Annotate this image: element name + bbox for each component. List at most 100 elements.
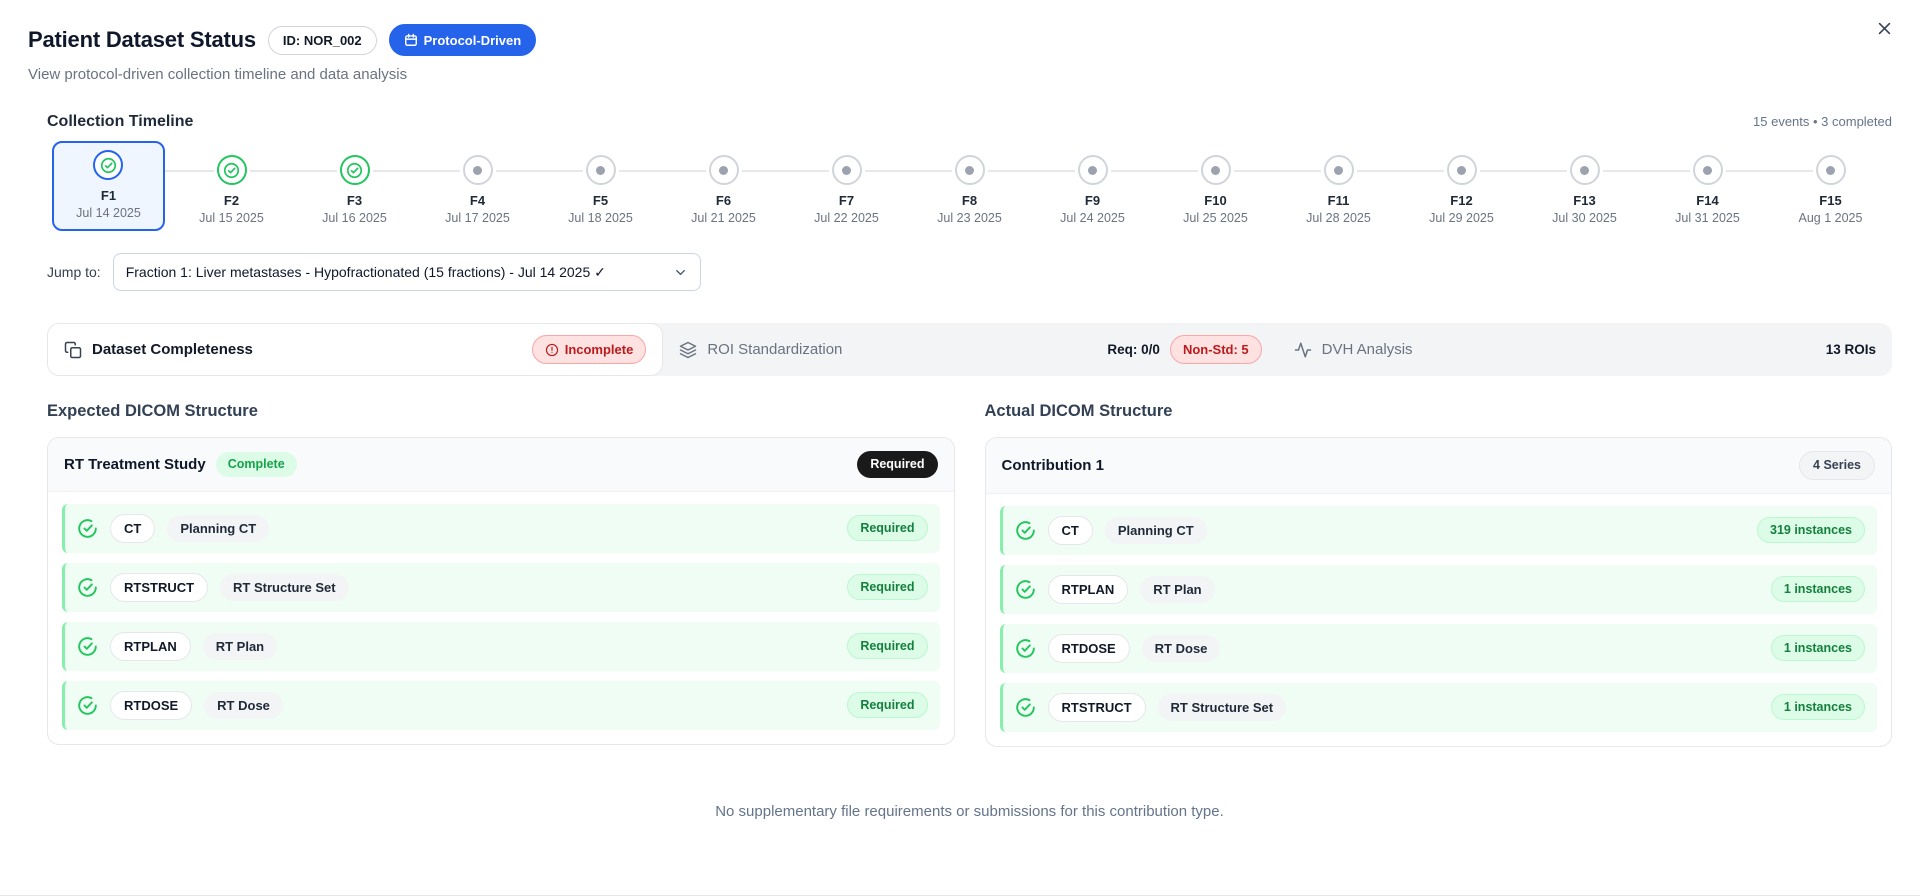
close-icon[interactable] bbox=[1870, 14, 1898, 42]
instances-badge: 1 instances bbox=[1770, 693, 1865, 721]
activity-icon bbox=[1294, 341, 1312, 359]
actual-panel-title: Contribution 1 bbox=[1001, 456, 1104, 474]
non-std-badge: Non-Std: 5 bbox=[1169, 335, 1262, 364]
series-count-badge: 4 Series bbox=[1799, 451, 1875, 480]
tab-dvh-analysis[interactable]: DVH Analysis 13 ROIs bbox=[1278, 323, 1892, 376]
timeline-event-label: F4 bbox=[469, 193, 486, 208]
check-circle-icon bbox=[77, 636, 98, 657]
description-pill: RT Plan bbox=[1140, 575, 1215, 603]
expected-dicom-column: Expected DICOM Structure RT Treatment St… bbox=[47, 402, 955, 747]
expected-row-ct: CT Planning CT Required bbox=[62, 503, 940, 553]
timeline-event-label: F6 bbox=[715, 193, 732, 208]
description-pill: RT Dose bbox=[1141, 634, 1221, 662]
incomplete-badge: Incomplete bbox=[531, 335, 647, 364]
timeline-event-f15[interactable]: F15 Aug 1 2025 bbox=[1769, 149, 1892, 225]
timeline-event-f11[interactable]: F11 Jul 28 2025 bbox=[1277, 149, 1444, 225]
pending-dot-icon bbox=[1815, 155, 1846, 185]
timeline-event-f9[interactable]: F9 Jul 24 2025 bbox=[1031, 149, 1198, 225]
complete-badge: Complete bbox=[215, 452, 297, 477]
timeline-event-f13[interactable]: F13 Jul 30 2025 bbox=[1523, 149, 1690, 225]
tab-dataset-completeness[interactable]: Dataset Completeness Incomplete bbox=[47, 323, 664, 376]
actual-row-rtdose: RTDOSE RT Dose 1 instances bbox=[999, 623, 1877, 673]
timeline-event-f3[interactable]: F3 Jul 16 2025 bbox=[293, 149, 460, 225]
timeline-event-f5[interactable]: F5 Jul 18 2025 bbox=[539, 149, 706, 225]
timeline-event-label: F3 bbox=[346, 193, 363, 208]
pending-dot-icon bbox=[831, 155, 862, 185]
timeline-event-date: Aug 1 2025 bbox=[1798, 211, 1863, 225]
timeline-event-date: Jul 16 2025 bbox=[322, 211, 387, 225]
timeline-summary: 15 events • 3 completed bbox=[1753, 114, 1892, 129]
timeline-event-f10[interactable]: F10 Jul 25 2025 bbox=[1154, 149, 1321, 225]
page-title: Patient Dataset Status bbox=[28, 27, 256, 52]
pending-dot-icon bbox=[1323, 155, 1354, 185]
jump-to-select[interactable]: Fraction 1: Liver metastases - Hypofract… bbox=[112, 253, 701, 291]
protocol-driven-label: Protocol-Driven bbox=[423, 32, 522, 48]
copy-icon bbox=[64, 341, 82, 359]
jump-to-selected-value: Fraction 1: Liver metastases - Hypofract… bbox=[125, 263, 606, 280]
actual-row-rtstruct: RTSTRUCT RT Structure Set 1 instances bbox=[999, 682, 1877, 732]
modal-subtitle: View protocol-driven collection timeline… bbox=[28, 66, 408, 83]
roi-count: 13 ROIs bbox=[1825, 342, 1876, 357]
timeline-title: Collection Timeline bbox=[47, 113, 194, 130]
timeline-event-date: Jul 18 2025 bbox=[568, 211, 633, 225]
completed-check-icon bbox=[339, 155, 370, 185]
timeline-event-f6[interactable]: F6 Jul 21 2025 bbox=[662, 149, 829, 225]
supplementary-note: No supplementary file requirements or su… bbox=[715, 802, 1224, 820]
check-circle-icon bbox=[77, 577, 98, 598]
expected-row-rtstruct: RTSTRUCT RT Structure Set Required bbox=[62, 562, 940, 612]
timeline-event-label: F1 bbox=[100, 188, 117, 203]
actual-panel: Contribution 1 4 Series CT Planning CT 3… bbox=[984, 437, 1892, 747]
timeline-event-f4[interactable]: F4 Jul 17 2025 bbox=[416, 149, 583, 225]
chevron-down-icon bbox=[673, 265, 688, 280]
timeline-event-f14[interactable]: F14 Jul 31 2025 bbox=[1646, 149, 1813, 225]
tab-roi-standardization[interactable]: ROI Standardization Req: 0/0 Non-Std: 5 bbox=[663, 323, 1277, 376]
roi-req-count: Req: 0/0 bbox=[1107, 342, 1160, 357]
timeline-event-label: F9 bbox=[1084, 193, 1101, 208]
pending-dot-icon bbox=[1446, 155, 1477, 185]
timeline-event-label: F7 bbox=[838, 193, 855, 208]
protocol-driven-badge: Protocol-Driven bbox=[388, 24, 537, 56]
check-circle-icon bbox=[1015, 638, 1036, 659]
timeline-event-date: Jul 22 2025 bbox=[814, 211, 879, 225]
check-circle-icon bbox=[1015, 579, 1036, 600]
timeline-event-f8[interactable]: F8 Jul 23 2025 bbox=[908, 149, 1075, 225]
incomplete-badge-label: Incomplete bbox=[564, 342, 634, 357]
actual-row-ct: CT Planning CT 319 instances bbox=[999, 505, 1877, 555]
completed-check-icon bbox=[93, 150, 124, 180]
check-circle-icon bbox=[77, 518, 98, 539]
timeline-track: F1 Jul 14 2025 F2 Jul 15 2025 F3 Jul 16 … bbox=[47, 141, 1892, 231]
required-badge: Required bbox=[847, 573, 928, 601]
required-badge: Required bbox=[847, 632, 928, 660]
alert-circle-icon bbox=[545, 343, 559, 357]
timeline-event-label: F11 bbox=[1327, 193, 1350, 208]
timeline-event-label: F13 bbox=[1573, 193, 1596, 208]
required-badge: Required bbox=[847, 514, 928, 542]
timeline-event-f2[interactable]: F2 Jul 15 2025 bbox=[170, 149, 337, 225]
required-badge: Required bbox=[847, 691, 928, 719]
timeline-event-date: Jul 25 2025 bbox=[1183, 211, 1248, 225]
timeline-event-label: F2 bbox=[223, 193, 240, 208]
layers-icon bbox=[679, 341, 697, 359]
check-circle-icon bbox=[1015, 697, 1036, 718]
timeline-event-date: Jul 31 2025 bbox=[1675, 211, 1740, 225]
pending-dot-icon bbox=[1692, 155, 1723, 185]
actual-dicom-column: Actual DICOM Structure Contribution 1 4 … bbox=[984, 402, 1892, 747]
expected-row-rtplan: RTPLAN RT Plan Required bbox=[62, 621, 940, 671]
timeline-event-f1[interactable]: F1 Jul 14 2025 bbox=[47, 141, 214, 231]
tab-label: Dataset Completeness bbox=[92, 341, 253, 358]
analysis-tab-bar: Dataset Completeness Incomplete ROI Stan… bbox=[47, 323, 1892, 376]
timeline-event-label: F12 bbox=[1450, 193, 1473, 208]
description-pill: RT Structure Set bbox=[1157, 693, 1287, 721]
timeline-event-label: F5 bbox=[592, 193, 609, 208]
modality-pill: RTDOSE bbox=[110, 690, 193, 720]
description-pill: Planning CT bbox=[167, 514, 270, 542]
timeline-event-date: Jul 21 2025 bbox=[691, 211, 756, 225]
timeline-event-f12[interactable]: F12 Jul 29 2025 bbox=[1400, 149, 1567, 225]
timeline-event-f7[interactable]: F7 Jul 22 2025 bbox=[785, 149, 952, 225]
expected-panel: RT Treatment Study Complete Required CT … bbox=[47, 437, 955, 745]
instances-badge: 1 instances bbox=[1770, 634, 1865, 662]
timeline-event-label: F10 bbox=[1204, 193, 1227, 208]
timeline-event-date: Jul 28 2025 bbox=[1306, 211, 1371, 225]
actual-heading: Actual DICOM Structure bbox=[984, 402, 1173, 420]
description-pill: Planning CT bbox=[1104, 516, 1207, 544]
